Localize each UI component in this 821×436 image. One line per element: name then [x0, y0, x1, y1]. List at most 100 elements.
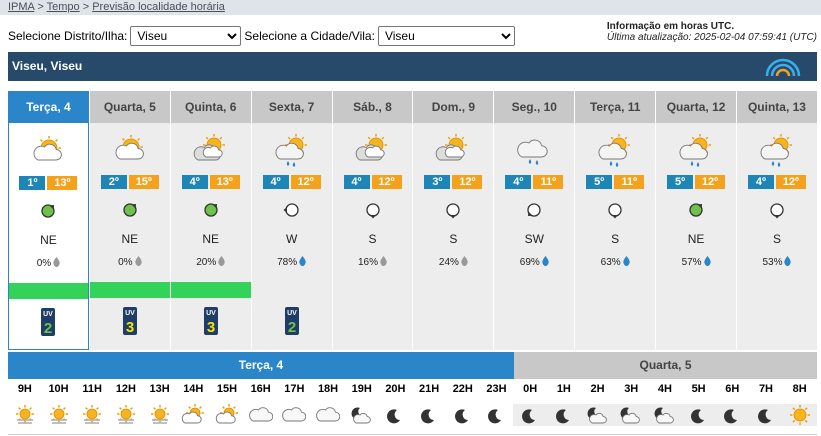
day-label[interactable]: Terça, 4	[8, 92, 88, 123]
moon-icon	[412, 404, 446, 426]
hour-label: 9H	[17, 383, 32, 395]
cloud-icon	[311, 404, 345, 426]
day-column[interactable]: Quinta, 6 4º 13º NE 20% UV 3	[169, 91, 251, 350]
haze-sun-icon	[42, 404, 76, 426]
tab-current-day[interactable]: Terça, 4	[8, 352, 514, 379]
hour-label: 17H	[284, 383, 305, 395]
wind-direction: S	[368, 232, 377, 246]
svg-text:UV: UV	[125, 310, 135, 317]
hour-label: 22H	[452, 383, 473, 395]
day-label[interactable]: Quarta, 12	[656, 91, 737, 123]
uv-bar	[170, 282, 251, 298]
hour-label: 21H	[419, 383, 440, 395]
precipitation-value: 16%	[358, 257, 379, 268]
breadcrumb-separator: >	[34, 1, 47, 13]
day-label[interactable]: Quarta, 5	[89, 91, 170, 123]
day-column[interactable]: Terça, 11 5º 11º S 63%	[574, 91, 656, 350]
sun-cloud-icon	[210, 404, 244, 426]
hour-label: 6H	[725, 383, 740, 395]
temp-max: 11º	[614, 175, 645, 189]
hour-cell: 14H	[176, 382, 210, 426]
svg-text:UV: UV	[44, 311, 54, 318]
temp-max: 12º	[452, 175, 483, 189]
breadcrumb-current-link[interactable]: Previsão localidade horária	[92, 1, 225, 13]
city-select[interactable]: Viseu	[377, 26, 515, 46]
tab-next-day[interactable]: Quarta, 5	[514, 352, 817, 379]
haze-sun-icon	[143, 404, 177, 426]
breadcrumb-tempo-link[interactable]: Tempo	[47, 1, 80, 13]
day-column[interactable]: Seg., 10 4º 11º SW 69%	[493, 91, 575, 350]
precipitation: 24%	[413, 256, 493, 268]
day-label[interactable]: Seg., 10	[494, 91, 575, 123]
hourly-divider	[8, 434, 817, 435]
hour-label: 7H	[758, 383, 773, 395]
temperature-range: 4º 12º	[252, 175, 332, 189]
day-column[interactable]: Quarta, 12 5º 12º NE 57%	[655, 91, 737, 350]
precipitation-value: 24%	[438, 257, 459, 268]
precipitation-value: 69%	[519, 257, 540, 268]
sun-rain-icon	[677, 131, 715, 172]
precipitation: 69%	[494, 256, 574, 268]
moon-icon	[749, 404, 783, 426]
wind-direction-icon	[444, 201, 462, 222]
day-column[interactable]: Dom., 9 3º 12º S 24%	[412, 91, 494, 350]
moon-icon	[480, 404, 514, 426]
sun-cloud-icon	[111, 131, 149, 172]
raindrop-icon	[133, 256, 142, 268]
temp-max: 12º	[371, 175, 402, 189]
day-label[interactable]: Quinta, 13	[737, 91, 817, 123]
precipitation: 0%	[90, 256, 170, 268]
last-update: Última atualização: 2025-02-04 07:59:41 …	[606, 32, 817, 43]
day-column[interactable]: Quinta, 13 4º 12º S 53%	[736, 91, 817, 350]
breadcrumb-ipma-link[interactable]: IPMA	[8, 1, 34, 13]
day-label[interactable]: Quinta, 6	[170, 91, 251, 123]
precipitation: 53%	[737, 256, 817, 268]
temp-min: 4º	[343, 175, 370, 189]
day-column[interactable]: Sexta, 7 4º 12º W 78% UV 2	[250, 91, 332, 350]
hour-cell: 7H	[749, 382, 783, 426]
sun-clouds-icon	[354, 131, 392, 172]
hour-label: 14H	[183, 383, 204, 395]
wind-direction-icon	[39, 202, 57, 223]
wind-direction-icon	[202, 201, 220, 222]
uv-bar	[9, 283, 88, 299]
temp-min: 2º	[100, 175, 127, 189]
raindrop-icon	[782, 256, 792, 268]
sun-cloud-icon	[176, 404, 210, 426]
hour-cell: 0H	[513, 382, 547, 426]
temp-max: 13º	[47, 176, 78, 190]
hour-cell: 23H	[480, 382, 514, 426]
temp-max: 12º	[775, 175, 806, 189]
location-header: Viseu, Viseu	[8, 52, 817, 81]
precipitation-value: 78%	[277, 257, 298, 268]
uv-bar	[89, 282, 170, 298]
temperature-range: 4º 12º	[737, 175, 817, 189]
day-label[interactable]: Terça, 11	[575, 91, 656, 123]
day-label[interactable]: Dom., 9	[413, 91, 494, 123]
wind-direction: W	[285, 232, 298, 246]
day-column[interactable]: Quarta, 5 2º 15º NE 0% UV 3	[88, 91, 170, 350]
moon-icon	[513, 404, 547, 426]
wind-direction: S	[449, 232, 458, 246]
hour-cell: 21H	[412, 382, 446, 426]
temperature-range: 1º 13º	[9, 176, 88, 190]
haze-sun-icon	[109, 404, 143, 426]
day-column[interactable]: Terça, 4 1º 13º NE 0% UV 2	[8, 91, 89, 350]
day-label[interactable]: Sexta, 7	[251, 91, 332, 123]
day-label[interactable]: Sáb., 8	[332, 91, 413, 123]
precipitation-value: 53%	[762, 257, 783, 268]
hour-cell: 19H	[345, 382, 379, 426]
svg-text:2: 2	[44, 320, 52, 336]
temp-min: 5º	[667, 175, 694, 189]
day-tabs: Terça, 4 Quarta, 5	[8, 352, 817, 379]
district-select[interactable]: Viseu	[130, 26, 242, 46]
location-selectors: Selecione Distrito/Ilha: Viseu Selecione…	[8, 26, 518, 46]
hour-cell: 5H	[681, 382, 716, 426]
wind-direction: NE	[687, 232, 705, 246]
precipitation-value: 20%	[196, 257, 217, 268]
hour-label: 16H	[250, 383, 271, 395]
wind-direction: NE	[202, 232, 220, 246]
ipma-logo-icon	[763, 54, 803, 81]
sun-icon	[782, 404, 817, 426]
day-column[interactable]: Sáb., 8 4º 12º S 16%	[331, 91, 413, 350]
